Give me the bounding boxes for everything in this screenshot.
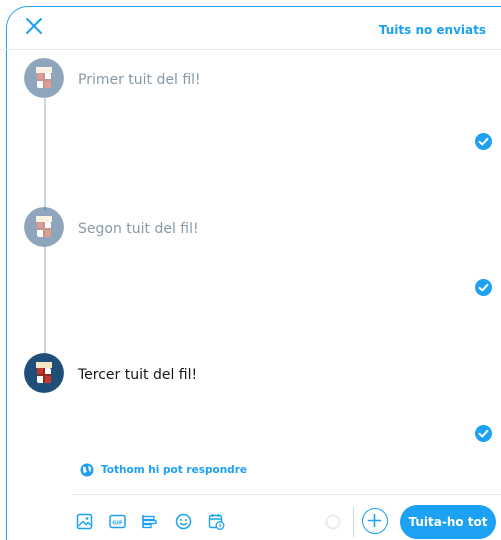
unsent-tweets-link[interactable]: Tuits no enviats [379,23,486,37]
modal-header: Tuits no enviats [0,0,501,50]
reply-setting-label: Tothom hi pot respondre [101,464,247,476]
close-icon [26,18,42,34]
progress-ring-icon [325,514,341,530]
image-button[interactable] [76,513,93,530]
tweet-input[interactable]: Segon tuit del fil! [78,221,199,237]
avatar [24,58,64,98]
tweet-all-button[interactable]: Tuita-ho tot [400,505,496,539]
avatar [24,207,64,247]
thread-tweet[interactable]: Segon tuit del fil! [0,207,501,347]
emoji-icon [175,513,192,530]
check-icon [475,425,492,442]
check-icon [475,279,492,296]
check-icon [475,133,492,150]
reply-setting-button[interactable]: Tothom hi pot respondre [80,463,247,477]
schedule-icon [208,514,225,530]
character-progress [325,514,341,530]
svg-text:GIF: GIF [112,520,123,526]
thread-tweet[interactable]: Tercer tuit del fil! [0,353,501,453]
tweet-input[interactable]: Primer tuit del fil! [78,72,201,88]
schedule-button[interactable] [208,513,225,530]
poll-button[interactable] [141,513,158,530]
toolbar-separator [353,507,354,537]
image-icon [76,513,93,530]
tweet-input[interactable]: Tercer tuit del fil! [78,367,197,383]
plus-icon [367,513,382,528]
divider [72,494,501,495]
gif-icon: GIF [109,514,126,529]
globe-icon [80,463,94,477]
thread-tweet[interactable]: Primer tuit del fil! [0,58,501,198]
gif-button[interactable]: GIF [109,513,126,530]
close-button[interactable] [22,14,46,38]
avatar [24,353,64,393]
add-tweet-button[interactable] [362,508,388,534]
emoji-button[interactable] [175,513,192,530]
poll-icon [142,515,157,529]
